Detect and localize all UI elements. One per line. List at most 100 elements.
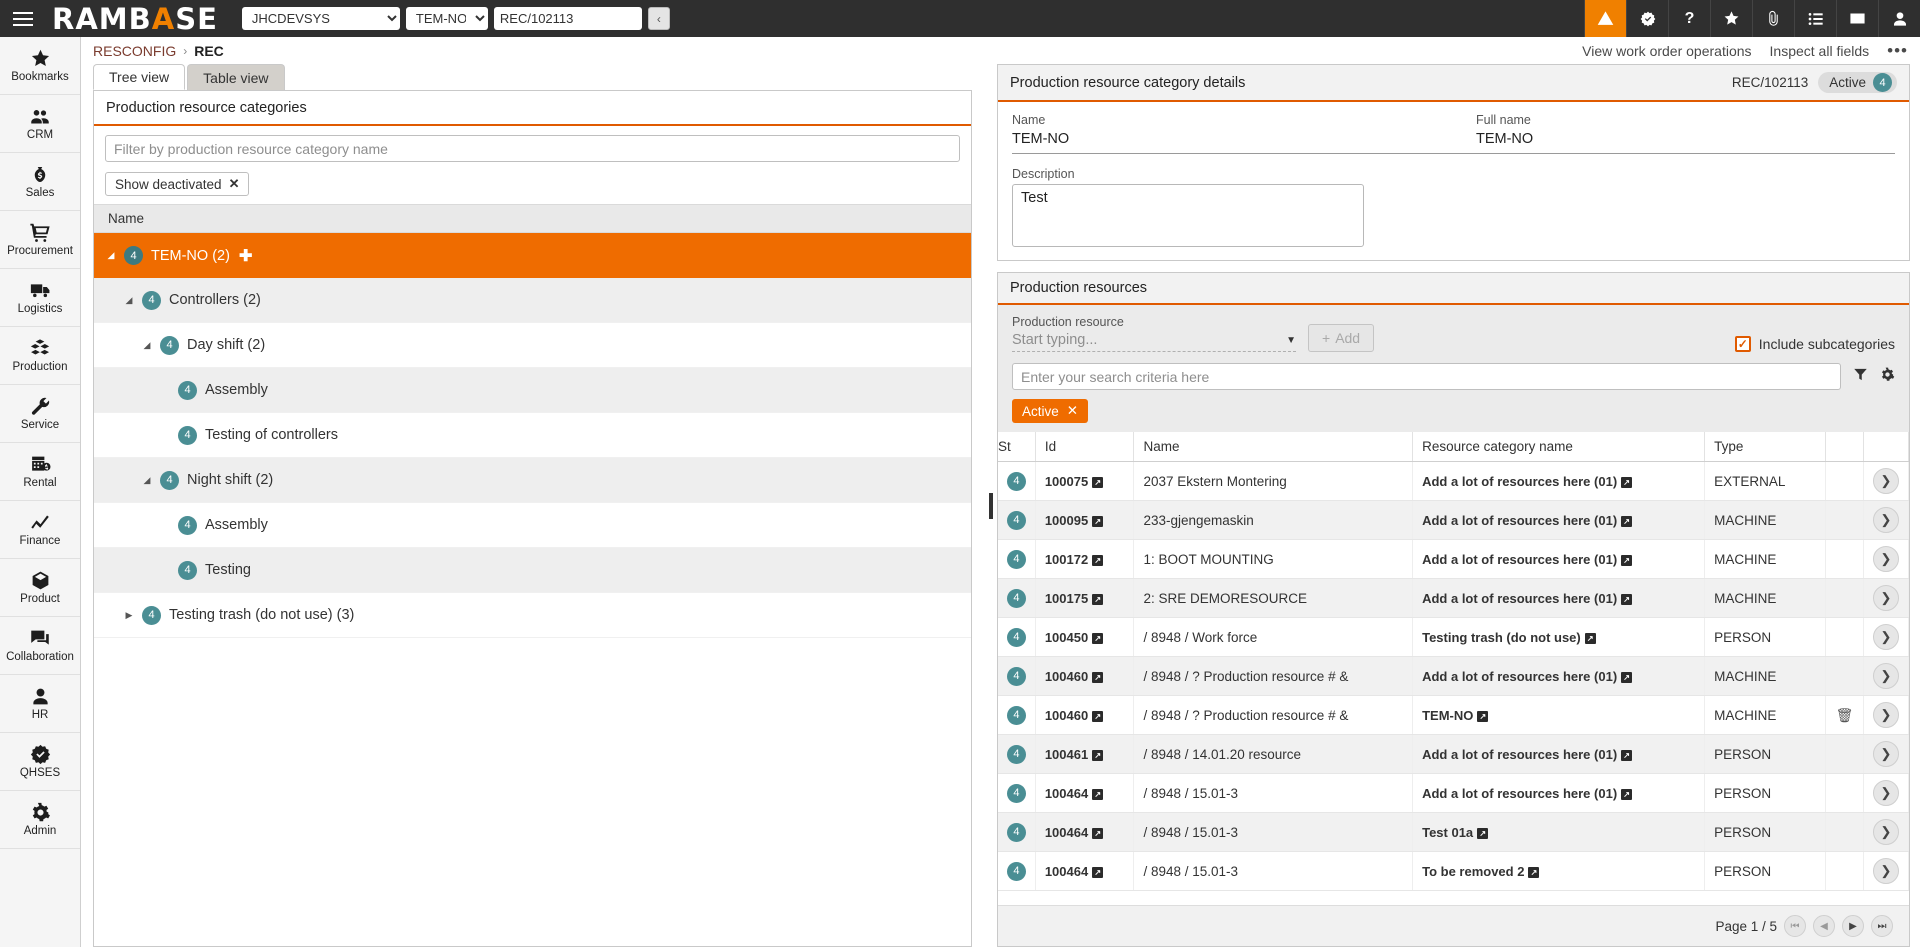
document-id-input[interactable] (494, 7, 642, 30)
approval-icon[interactable] (1626, 0, 1668, 37)
tree-item[interactable]: 4Assembly (94, 503, 971, 548)
table-row[interactable]: 4100461↗/ 8948 / 14.01.20 resourceAdd a … (998, 735, 1909, 774)
funnel-icon[interactable] (1853, 367, 1868, 387)
row-open-cell[interactable]: ❯ (1863, 696, 1908, 735)
row-id-cell[interactable]: 100450↗ (1035, 618, 1134, 657)
row-category-cell[interactable]: Add a lot of resources here (01)↗ (1413, 579, 1705, 618)
active-filter-chip[interactable]: Active ✕ (1012, 399, 1088, 423)
chevron-right-icon[interactable]: ❯ (1873, 585, 1899, 611)
row-open-cell[interactable]: ❯ (1863, 774, 1908, 813)
row-category-cell[interactable]: Add a lot of resources here (01)↗ (1413, 501, 1705, 540)
chevron-down-icon[interactable]: ◢ (104, 250, 118, 261)
row-open-cell[interactable]: ❯ (1863, 462, 1908, 501)
chevron-right-icon[interactable]: ❯ (1873, 741, 1899, 767)
table-row[interactable]: 4100460↗/ 8948 / ? Production resource #… (998, 657, 1909, 696)
column-header-resource-category-name[interactable]: Resource category name (1413, 432, 1705, 462)
row-category-cell[interactable]: Add a lot of resources here (01)↗ (1413, 540, 1705, 579)
sidebar-item-production[interactable]: Production (0, 327, 80, 385)
inspect-all-fields-link[interactable]: Inspect all fields (1770, 43, 1870, 59)
open-link-icon[interactable]: ↗ (1092, 594, 1103, 605)
hamburger-icon[interactable] (0, 0, 46, 37)
sidebar-item-bookmarks[interactable]: Bookmarks (0, 37, 80, 95)
open-link-icon[interactable]: ↗ (1092, 633, 1103, 644)
tree-item[interactable]: 4Testing (94, 548, 971, 593)
sidebar-item-product[interactable]: Product (0, 559, 80, 617)
tasks-icon[interactable] (1794, 0, 1836, 37)
row-category-cell[interactable]: To be removed 2↗ (1413, 852, 1705, 891)
sidebar-item-crm[interactable]: CRM (0, 95, 80, 153)
previous-page-button[interactable]: ◀ (1813, 915, 1835, 937)
table-row[interactable]: 4100464↗/ 8948 / 15.01-3To be removed 2↗… (998, 852, 1909, 891)
back-button[interactable]: ‹ (648, 7, 670, 30)
open-link-icon[interactable]: ↗ (1092, 672, 1103, 683)
first-page-button[interactable]: ⏮ (1784, 915, 1806, 937)
row-id-cell[interactable]: 100464↗ (1035, 852, 1134, 891)
chevron-down-icon[interactable]: ◢ (122, 295, 136, 306)
tree-scroll-area[interactable]: ◢4TEM-NO (2)✚◢4Controllers (2)◢4Day shif… (94, 233, 971, 946)
search-input[interactable] (1012, 363, 1841, 390)
breadcrumb-root[interactable]: RESCONFIG (93, 43, 176, 59)
column-header-type[interactable]: Type (1705, 432, 1826, 462)
trash-icon[interactable]: 🗑 (1836, 707, 1854, 723)
open-link-icon[interactable]: ↗ (1092, 555, 1103, 566)
chevron-right-icon[interactable]: ❯ (1873, 663, 1899, 689)
column-header-id[interactable]: Id (1035, 432, 1134, 462)
tree-item[interactable]: ◢4Day shift (2) (94, 323, 971, 368)
row-id-cell[interactable]: 100464↗ (1035, 774, 1134, 813)
open-link-icon[interactable]: ↗ (1621, 672, 1632, 683)
tree-item[interactable]: ◢4Night shift (2) (94, 458, 971, 503)
sidebar-item-hr[interactable]: HR (0, 675, 80, 733)
open-link-icon[interactable]: ↗ (1092, 711, 1103, 722)
row-id-cell[interactable]: 100172↗ (1035, 540, 1134, 579)
sidebar-item-rental[interactable]: Rental (0, 443, 80, 501)
sidebar-item-finance[interactable]: Finance (0, 501, 80, 559)
open-link-icon[interactable]: ↗ (1528, 867, 1539, 878)
row-category-cell[interactable]: TEM-NO↗ (1413, 696, 1705, 735)
open-link-icon[interactable]: ↗ (1092, 516, 1103, 527)
table-row[interactable]: 4100464↗/ 8948 / 15.01-3Add a lot of res… (998, 774, 1909, 813)
alert-icon[interactable] (1584, 0, 1626, 37)
show-deactivated-chip[interactable]: Show deactivated ✕ (105, 172, 249, 196)
row-open-cell[interactable]: ❯ (1863, 540, 1908, 579)
table-row[interactable]: 4100460↗/ 8948 / ? Production resource #… (998, 696, 1909, 735)
mail-icon[interactable] (1836, 0, 1878, 37)
chevron-right-icon[interactable]: ❯ (1873, 780, 1899, 806)
open-link-icon[interactable]: ↗ (1477, 828, 1488, 839)
row-open-cell[interactable]: ❯ (1863, 618, 1908, 657)
row-category-cell[interactable]: Add a lot of resources here (01)↗ (1413, 735, 1705, 774)
last-page-button[interactable]: ⏭ (1871, 915, 1893, 937)
table-row[interactable]: 4100450↗/ 8948 / Work forceTesting trash… (998, 618, 1909, 657)
row-category-cell[interactable]: Add a lot of resources here (01)↗ (1413, 774, 1705, 813)
chevron-down-icon[interactable]: ◢ (140, 475, 154, 486)
row-open-cell[interactable]: ❯ (1863, 657, 1908, 696)
chevron-down-icon[interactable]: ▼ (1286, 335, 1296, 346)
close-icon[interactable]: ✕ (1067, 403, 1078, 419)
user-icon[interactable] (1878, 0, 1920, 37)
row-id-cell[interactable]: 100460↗ (1035, 657, 1134, 696)
table-row[interactable]: 4100075↗2037 Ekstern MonteringAdd a lot … (998, 462, 1909, 501)
full-name-field[interactable]: TEM-NO (1476, 130, 1895, 154)
production-resource-input[interactable]: Start typing... ▼ (1012, 332, 1296, 352)
open-link-icon[interactable]: ↗ (1092, 828, 1103, 839)
row-category-cell[interactable]: Testing trash (do not use)↗ (1413, 618, 1705, 657)
more-options-icon[interactable]: ••• (1887, 41, 1908, 61)
system-select[interactable]: JHCDEVSYS (242, 7, 400, 30)
help-icon[interactable]: ? (1668, 0, 1710, 37)
open-link-icon[interactable]: ↗ (1621, 594, 1632, 605)
chevron-down-icon[interactable]: ◢ (140, 340, 154, 351)
favorites-icon[interactable] (1710, 0, 1752, 37)
sidebar-item-sales[interactable]: Sales (0, 153, 80, 211)
open-link-icon[interactable]: ↗ (1621, 789, 1632, 800)
category-filter-input[interactable] (105, 135, 960, 162)
attachment-icon[interactable] (1752, 0, 1794, 37)
row-delete-cell[interactable]: 🗑 (1826, 696, 1864, 735)
chevron-right-icon[interactable]: ❯ (1873, 858, 1899, 884)
chevron-right-icon[interactable]: ❯ (1873, 507, 1899, 533)
row-open-cell[interactable]: ❯ (1863, 501, 1908, 540)
name-field[interactable]: TEM-NO (1012, 130, 1476, 154)
table-row[interactable]: 4100095↗233-gjengemaskinAdd a lot of res… (998, 501, 1909, 540)
chevron-right-icon[interactable]: ❯ (1873, 546, 1899, 572)
open-link-icon[interactable]: ↗ (1621, 477, 1632, 488)
table-row[interactable]: 4100464↗/ 8948 / 15.01-3Test 01a↗PERSON❯ (998, 813, 1909, 852)
open-link-icon[interactable]: ↗ (1092, 867, 1103, 878)
